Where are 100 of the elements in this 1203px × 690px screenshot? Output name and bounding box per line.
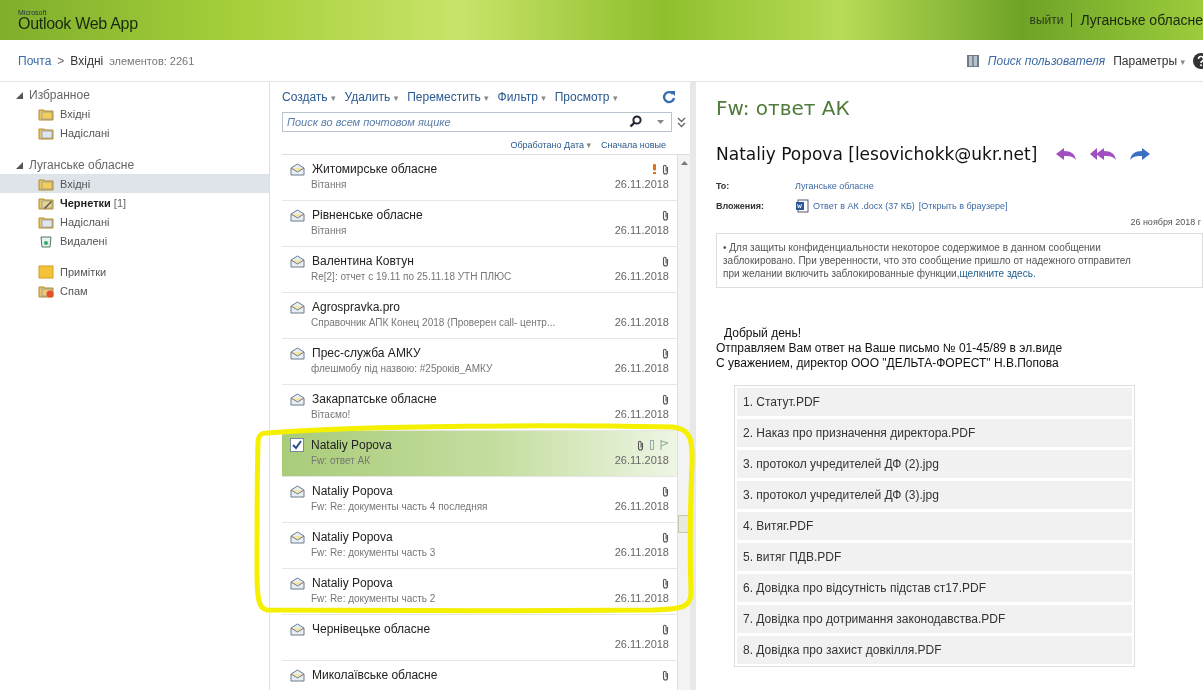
envelope-icon [290, 208, 305, 222]
envelope-icon [290, 300, 305, 314]
folder-icon [38, 214, 54, 229]
message-sender: Чернівецьке обласне [312, 622, 431, 636]
message-row[interactable]: Agrospravka.pro Справочник АПК Конец 2018 (Проверен call- центр... 26.11.2018 [282, 293, 677, 339]
message-preview: Fw: Re: документы часть 4 последняя [311, 500, 488, 512]
message-preview: Вітання [311, 224, 347, 236]
toolbar-menu-button[interactable]: Удалить ▾ [344, 90, 399, 104]
checked-checkbox-icon[interactable] [290, 438, 304, 452]
message-row[interactable]: Рівненське обласне Вітання 26.11.2018 [282, 201, 677, 247]
file-list-item: 8. Довідка про захист довкілля.PDF [737, 636, 1132, 664]
message-sender: Nataliy Popova [312, 484, 393, 498]
attachment-link[interactable]: Ответ в АК .docx (37 КБ) [813, 201, 915, 211]
message-row[interactable]: Чернівецьке обласне 26.11.2018 [282, 615, 677, 661]
brand-logo: Outlook Web App [18, 15, 138, 32]
message-sender: Agrospravka.pro [312, 300, 401, 314]
message-date: 26.11.2018 [614, 362, 669, 374]
recipient-link[interactable]: Луганське обласне [795, 181, 874, 191]
message-date: 26.11.2018 [614, 638, 669, 650]
folder-item[interactable]: Надіслані [0, 123, 269, 142]
message-row[interactable]: Nataliy Popova Fw: Re: документы часть 4 последняя 26.11.2018 [282, 477, 677, 523]
envelope-icon [290, 162, 305, 176]
folder-group-title[interactable]: Луганське обласне [29, 158, 135, 172]
message-date: 26.11.2018 [614, 316, 669, 328]
folder-item[interactable]: Чернетки [1] [0, 193, 269, 212]
message-row[interactable]: Nataliy Popova Fw: ответ АК 26.11.2018 [282, 431, 677, 477]
toolbar-menu-button[interactable]: Создать ▾ [282, 90, 336, 104]
envelope-icon [290, 576, 305, 590]
folder-icon [38, 283, 54, 298]
message-preview: Справочник АПК Конец 2018 (Проверен call- центр... [311, 316, 556, 328]
sort-by-button[interactable]: Обработано Дата ▾ [510, 140, 592, 150]
message-sender: Закарпатське обласне [312, 392, 437, 406]
folder-item[interactable]: Видалені [0, 231, 269, 250]
options-menu[interactable]: Параметры ▾ [1113, 53, 1185, 68]
file-list-item: 4. Витяг.PDF [737, 512, 1132, 540]
breadcrumb-link[interactable]: Почта [18, 53, 52, 68]
reply-all-icon[interactable] [1089, 146, 1118, 162]
refresh-icon[interactable] [662, 90, 676, 104]
address-book-icon [965, 53, 980, 68]
search-icon[interactable] [629, 115, 642, 128]
attachments-label: Вложения: [716, 201, 765, 211]
message-date: 26.11.2018 [614, 270, 669, 282]
envelope-icon [290, 530, 305, 544]
message-date: 26 ноября 2018 г [1130, 217, 1201, 227]
toolbar-menu-button[interactable]: Просмотр ▾ [554, 90, 618, 104]
message-sender: Nataliy Popova [lesovichokk@ukr.net] [716, 144, 1038, 164]
message-row[interactable]: Житомирське обласне Вітання 26.11.2018 [282, 155, 677, 201]
message-sender: Прес-служба АМКУ [312, 346, 421, 360]
envelope-icon [290, 668, 305, 682]
envelope-icon [290, 622, 305, 636]
expanded-triangle-icon[interactable] [16, 161, 23, 169]
folder-item[interactable]: Надіслані [0, 212, 269, 231]
folder-icon [38, 106, 54, 121]
message-row[interactable]: Nataliy Popova Fw: Re: документы часть 3 26.11.2018 [282, 523, 677, 569]
message-date: 26.11.2018 [614, 592, 669, 604]
body-text-line: С уважением, директор ООО "ДЕЛЬТА-ФОРЕСТ" Н.В.Попова [716, 356, 1060, 371]
click-here-link[interactable]: щелкните здесь. [959, 268, 1036, 279]
message-row[interactable]: Nataliy Popova Fw: Re: документы часть 2 26.11.2018 [282, 569, 677, 615]
forward-icon[interactable] [1129, 146, 1152, 162]
body-text-line: Добрый день! [723, 326, 803, 341]
message-row[interactable]: Прес-служба АМКУ флешмобу під назвою: #25років_АМКУ 26.11.2018 [282, 339, 677, 385]
sort-order-button[interactable]: Сначала новые [601, 140, 666, 150]
reply-icon[interactable] [1055, 146, 1078, 162]
message-sender: Миколаївське обласне [312, 668, 438, 682]
folder-group-title[interactable]: Избранное [29, 88, 90, 102]
file-list-item: 7. Довідка про дотримання законодавства.PDF [737, 605, 1132, 633]
toolbar-menu-button[interactable]: Фильтр ▾ [497, 90, 546, 104]
find-user-link[interactable]: Поиск пользователя [987, 53, 1106, 68]
message-date: 26.11.2018 [614, 546, 669, 558]
message-date: 26.11.2018 [614, 454, 669, 466]
folder-icon [38, 125, 54, 140]
folder-item[interactable]: Вхідні [0, 104, 269, 123]
double-chevron-icon[interactable] [677, 116, 686, 128]
folder-item[interactable]: Вхідні [0, 174, 269, 193]
message-sender: Nataliy Popova [312, 530, 393, 544]
dropdown-caret-icon[interactable] [657, 120, 664, 124]
file-list-item: 3. протокол учредителей ДФ (2).jpg [737, 450, 1132, 478]
message-preview: Fw: ответ АК [311, 454, 371, 466]
folder-item[interactable]: Примітки [0, 262, 269, 281]
expanded-triangle-icon[interactable] [16, 91, 23, 99]
message-preview: Re[2]: отчет с 19.11 по 25.11.18 УТН ПЛЮС [311, 270, 512, 282]
message-date: 26.11.2018 [614, 500, 669, 512]
message-row[interactable]: Валентина Ковтун Re[2]: отчет с 19.11 по 25.11.18 УТН ПЛЮС 26.11.2018 [282, 247, 677, 293]
message-date: 26.11.2018 [614, 408, 669, 420]
scroll-up-icon[interactable] [680, 161, 688, 165]
item-count: элементов: 2261 [109, 54, 195, 67]
message-sender: Валентина Ковтун [312, 254, 414, 268]
breadcrumb-separator: > [57, 53, 65, 68]
file-list-item: 2. Наказ про призначення директора.PDF [737, 419, 1132, 447]
message-date: 26.11.2018 [614, 224, 669, 236]
sign-out-link[interactable]: выйти [1029, 13, 1073, 27]
folder-item[interactable]: Спам [0, 281, 269, 300]
message-sender: Nataliy Popova [311, 438, 392, 452]
message-date: 26.11.2018 [614, 178, 669, 190]
trash-can-icon [38, 233, 54, 248]
open-in-browser-link[interactable]: [Открыть в браузере] [918, 201, 1008, 211]
toolbar-menu-button[interactable]: Переместить ▾ [407, 90, 489, 104]
search-field[interactable]: Поиск во всем почтовом ящике [282, 112, 672, 132]
message-preview: флешмобу під назвою: #25років_АМКУ [311, 362, 493, 374]
scrollbar[interactable] [677, 155, 690, 690]
